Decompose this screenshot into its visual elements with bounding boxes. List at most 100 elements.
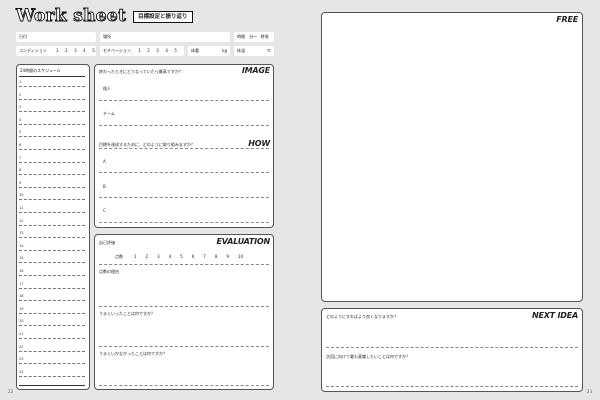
date-field[interactable]: 日付 [16,32,96,42]
how-item-c: C [103,208,106,213]
temperature-field[interactable]: 体温 ℃ [234,46,274,56]
schedule-hour-label: 2 [19,92,22,97]
schedule-hour-label: 3 [19,105,22,110]
schedule-hour-line[interactable] [19,375,85,377]
schedule-hour-label: 13 [19,231,24,236]
page-title: Work sheet [16,6,127,27]
schedule-hour-line[interactable] [19,161,85,163]
schedule-hour-line[interactable] [19,350,85,352]
schedule-hour-line[interactable] [19,287,85,289]
schedule-hour-label: 16 [19,269,24,273]
schedule-hour-line[interactable] [19,111,85,113]
schedule-hour-line[interactable] [19,174,85,176]
schedule-hour-line[interactable] [19,149,85,150]
weight-field[interactable]: 体重 kg [188,46,230,56]
image-line-1[interactable] [99,100,269,101]
schedule-hour-line[interactable] [19,136,85,138]
how-line-2[interactable] [99,197,269,198]
page-subtitle: 目標設定と振り返り [133,11,193,23]
schedule-title: 24時間のスケジュール [20,68,61,73]
evaluation-tag: EVALUATION [216,237,271,246]
schedule-hour-line[interactable] [19,300,85,302]
condition-field[interactable]: コンディション 12345 [16,46,96,56]
schedule-hour-line[interactable] [19,186,85,188]
schedule-hour-line[interactable] [19,312,85,314]
image-item-individual: 個人 [103,86,111,91]
score-scale[interactable]: 1 2 3 4 5 6 7 8 9 10 [134,254,243,259]
place-field[interactable]: 場所 [100,32,230,42]
schedule-hour-line[interactable] [19,224,85,226]
schedule-hour-line[interactable] [19,275,85,276]
schedule-hour-line[interactable] [19,262,85,264]
schedule-hour-label: 1 [19,80,22,84]
schedule-hour-line[interactable] [19,86,85,87]
bad-line[interactable] [99,385,269,386]
schedule-hour-label: 23 [19,357,24,362]
time-separator: 分～ [249,34,258,39]
schedule-hour-label: 6 [19,143,22,147]
temperature-unit: ℃ [266,48,272,53]
condition-scale: 12345 [56,48,95,53]
reason-line[interactable] [99,306,269,307]
schedule-hour-line[interactable] [19,212,85,213]
image-tag: IMAGE [241,66,270,75]
schedule-hour-label: 15 [19,256,24,261]
schedule-hour-line[interactable] [19,338,85,339]
schedule-hour-label: 8 [19,168,22,173]
schedule-hour-line[interactable] [19,249,85,251]
image-line-2[interactable] [99,125,269,126]
how-item-a: A [103,159,106,164]
free-panel[interactable] [321,12,583,302]
schedule-hour-label: 21 [19,332,24,336]
good-question: うまくいったことは何ですか？ [99,311,155,316]
good-line[interactable] [99,346,269,347]
schedule-hour-label: 17 [19,281,24,286]
schedule-hour-label: 18 [19,294,24,299]
schedule-hour-label: 11 [19,206,24,210]
free-tag: FREE [556,15,578,24]
next-idea-tag: NEXT IDEA [531,311,578,320]
schedule-hour-label: 4 [19,117,22,122]
score-label: 点数 [115,254,123,259]
temperature-label: 体温 [237,48,245,53]
schedule-bottom-line [19,385,85,386]
motivation-field[interactable]: モチベーション 12345 [100,46,184,56]
schedule-hour-line[interactable] [19,325,85,327]
image-item-team: チーム [103,111,115,116]
motivation-scale: 12345 [138,48,177,53]
next-idea-line-2[interactable] [326,386,578,387]
score-line [99,264,269,265]
next-idea-question-1: どのようにすればより良くなりますか？ [326,314,398,319]
image-question: 終わったときにどうなっていたら最高ですか？ [99,69,183,74]
schedule-hour-label: 14 [19,243,24,248]
condition-label: コンディション [19,48,47,53]
weight-label: 体重 [191,48,199,53]
bad-question: うまくいかなかったことは何ですか？ [99,351,167,356]
time-label: 時間 [237,34,245,39]
how-item-b: B [103,184,106,189]
schedule-hour-label: 9 [19,180,22,185]
schedule-hour-label: 5 [19,130,22,135]
schedule-hour-line[interactable] [19,199,85,201]
schedule-hour-label: 22 [19,344,24,349]
schedule-panel [16,64,90,390]
schedule-hour-label: 24 [19,369,24,374]
page-number-right: 23 [586,389,592,394]
next-idea-line-1[interactable] [326,347,578,348]
weight-unit: kg [222,48,227,53]
how-line-0[interactable] [99,148,269,149]
schedule-hour-line[interactable] [19,123,85,125]
schedule-hour-line[interactable] [19,363,85,365]
schedule-title-underline [19,76,85,77]
page-number-left: 22 [8,389,14,394]
date-label: 日付 [19,34,27,39]
time-field[interactable]: 時間 分～ 時頃 [234,32,274,42]
motivation-label: モチベーション [103,48,131,53]
schedule-hour-line[interactable] [19,237,85,239]
how-line-1[interactable] [99,172,269,173]
self-evaluation-label: 自己評価 [99,240,115,245]
schedule-hour-label: 12 [19,218,24,223]
how-line-3[interactable] [99,222,269,223]
schedule-hour-line[interactable] [19,98,85,100]
schedule-hour-label: 10 [19,193,24,198]
